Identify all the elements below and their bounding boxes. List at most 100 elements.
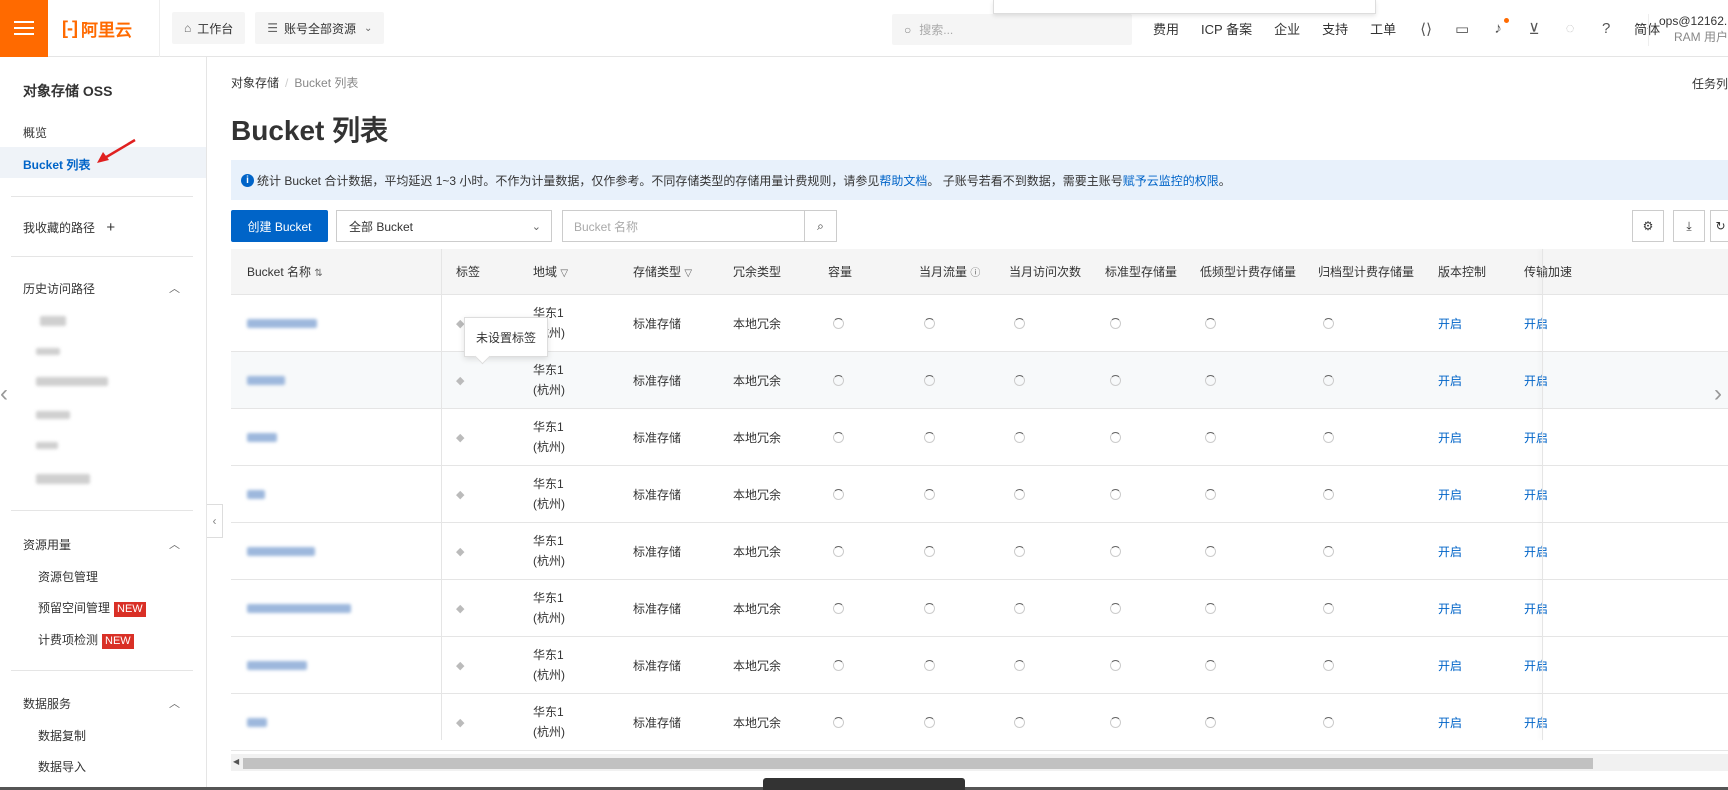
tag-cell[interactable]: ◆ <box>456 466 468 522</box>
bottom-floating-bar[interactable] <box>763 778 965 790</box>
sidebar-item-billing-check[interactable]: 计费项检测 NEW <box>38 631 134 649</box>
sidebar-item-data-replication[interactable]: 数据复制 <box>38 727 86 744</box>
tag-cell[interactable]: ◆ <box>456 694 468 750</box>
tag-icon[interactable]: ◆ <box>456 716 468 729</box>
sidebar-data-services-header[interactable]: 数据服务 <box>23 695 71 712</box>
bucket-name-cell[interactable] <box>247 694 267 750</box>
chevron-up-icon[interactable]: ︿ <box>169 536 180 552</box>
tag-cell[interactable]: ◆ <box>456 352 468 408</box>
bell-icon[interactable]: ♪ <box>1490 17 1510 37</box>
carousel-right-arrow[interactable]: › <box>1714 380 1722 408</box>
versioning-enable-link[interactable]: 开启 <box>1438 315 1462 332</box>
tag-cell[interactable]: ◆ <box>456 637 468 693</box>
versioning-enable-link[interactable]: 开启 <box>1438 543 1462 560</box>
versioning-enable-link[interactable]: 开启 <box>1438 600 1462 617</box>
acceleration-cell[interactable]: 开启 <box>1524 409 1548 465</box>
global-search-input[interactable]: ○ 搜索... <box>892 14 1132 45</box>
plus-icon[interactable]: + <box>106 219 115 236</box>
acceleration-enable-link[interactable]: 开启 <box>1524 315 1548 332</box>
chevron-up-icon[interactable]: ︿ <box>169 280 180 296</box>
versioning-enable-link[interactable]: 开启 <box>1438 714 1462 731</box>
bucket-name-cell[interactable] <box>247 637 307 693</box>
versioning-cell[interactable]: 开启 <box>1438 409 1462 465</box>
chevron-up-icon[interactable]: ︿ <box>169 695 180 711</box>
cloudmonitor-permission-link[interactable]: 赋予云监控的权限 <box>1123 172 1219 189</box>
history-path-item[interactable] <box>36 474 90 484</box>
resource-group-selector[interactable]: ☰ 账号全部资源 ⌄ <box>255 12 385 44</box>
user-account-menu[interactable]: ops@12162... RAM 用户 <box>1648 14 1728 46</box>
versioning-enable-link[interactable]: 开启 <box>1438 372 1462 389</box>
column-header-bucket-name[interactable]: Bucket 名称 ⇅ <box>247 249 323 295</box>
nav-ticket[interactable]: 工单 <box>1370 19 1396 38</box>
acceleration-enable-link[interactable]: 开启 <box>1524 429 1548 446</box>
bucket-name-link[interactable] <box>247 660 307 670</box>
acceleration-cell[interactable]: 开启 <box>1524 295 1548 351</box>
bucket-name-link[interactable] <box>247 489 265 499</box>
refresh-button[interactable]: ↻ <box>1710 210 1728 242</box>
acceleration-cell[interactable]: 开启 <box>1524 352 1548 408</box>
tag-cell[interactable]: ◆ <box>456 409 468 465</box>
versioning-enable-link[interactable]: 开启 <box>1438 657 1462 674</box>
bucket-search-button[interactable]: ⌕ <box>804 210 837 242</box>
acceleration-enable-link[interactable]: 开启 <box>1524 657 1548 674</box>
tag-cell[interactable]: ◆ <box>456 580 468 636</box>
versioning-enable-link[interactable]: 开启 <box>1438 429 1462 446</box>
versioning-cell[interactable]: 开启 <box>1438 352 1462 408</box>
acceleration-cell[interactable]: 开启 <box>1524 523 1548 579</box>
nav-support[interactable]: 支持 <box>1322 19 1348 38</box>
code-icon[interactable]: ⟨⟩ <box>1418 21 1434 38</box>
terminal-icon[interactable]: ▭ <box>1454 21 1470 38</box>
acceleration-cell[interactable]: 开启 <box>1524 580 1548 636</box>
acceleration-enable-link[interactable]: 开启 <box>1524 600 1548 617</box>
tag-icon[interactable]: ◆ <box>456 602 468 615</box>
history-path-item[interactable] <box>36 377 108 386</box>
bucket-name-link[interactable] <box>247 375 285 385</box>
history-path-item[interactable] <box>40 316 66 326</box>
hamburger-menu-button[interactable] <box>0 0 48 57</box>
acceleration-cell[interactable]: 开启 <box>1524 694 1548 750</box>
breadcrumb-root[interactable]: 对象存储 <box>231 76 279 90</box>
acceleration-enable-link[interactable]: 开启 <box>1524 543 1548 560</box>
help-icon[interactable]: ? <box>1598 20 1614 37</box>
create-bucket-button[interactable]: 创建 Bucket <box>231 210 328 242</box>
versioning-cell[interactable]: 开启 <box>1438 466 1462 522</box>
column-header-region[interactable]: 地域 ▽ <box>533 249 568 295</box>
bucket-name-link[interactable] <box>247 717 267 727</box>
column-header-storage-type[interactable]: 存储类型 ▽ <box>633 249 692 295</box>
bucket-name-link[interactable] <box>247 546 315 556</box>
versioning-cell[interactable]: 开启 <box>1438 295 1462 351</box>
download-button[interactable]: ⤓ <box>1673 210 1705 242</box>
tag-icon[interactable]: ◆ <box>456 659 468 672</box>
lightbulb-icon[interactable]: ◌ <box>1562 20 1578 37</box>
history-path-item[interactable] <box>36 348 60 355</box>
carousel-left-arrow[interactable]: ‹ <box>0 380 8 408</box>
tag-icon[interactable]: ◆ <box>456 545 468 558</box>
tag-icon[interactable]: ◆ <box>456 431 468 444</box>
sidebar-item-resource-packages[interactable]: 资源包管理 <box>38 568 98 585</box>
bucket-name-cell[interactable] <box>247 295 317 351</box>
settings-button[interactable]: ⚙ <box>1632 210 1664 242</box>
sidebar-item-bucket-list-label[interactable]: Bucket 列表 <box>23 156 90 173</box>
tag-icon[interactable]: ◆ <box>456 488 468 501</box>
help-icon[interactable]: ⓘ <box>970 268 980 279</box>
task-list-link[interactable]: 任务列 <box>1692 75 1728 92</box>
bucket-name-cell[interactable] <box>247 580 351 636</box>
sidebar-resource-usage-header[interactable]: 资源用量 <box>23 536 71 553</box>
scroll-left-arrow[interactable]: ◀ <box>233 757 239 766</box>
horizontal-scrollbar[interactable]: ◀ <box>231 754 1728 771</box>
bucket-name-cell[interactable] <box>247 352 285 408</box>
bucket-name-search-input[interactable]: Bucket 名称 <box>562 210 804 242</box>
acceleration-enable-link[interactable]: 开启 <box>1524 714 1548 731</box>
nav-enterprise[interactable]: 企业 <box>1274 19 1300 38</box>
versioning-cell[interactable]: 开启 <box>1438 694 1462 750</box>
help-doc-link[interactable]: 帮助文档 <box>879 172 927 189</box>
history-path-item[interactable] <box>36 442 58 449</box>
versioning-enable-link[interactable]: 开启 <box>1438 486 1462 503</box>
tag-cell[interactable]: ◆ <box>456 523 468 579</box>
nav-icp[interactable]: ICP 备案 <box>1201 19 1252 38</box>
bucket-name-cell[interactable] <box>247 523 315 579</box>
nav-billing[interactable]: 费用 <box>1153 19 1179 38</box>
bucket-name-link[interactable] <box>247 432 277 442</box>
acceleration-enable-link[interactable]: 开启 <box>1524 372 1548 389</box>
bucket-name-link[interactable] <box>247 318 317 328</box>
